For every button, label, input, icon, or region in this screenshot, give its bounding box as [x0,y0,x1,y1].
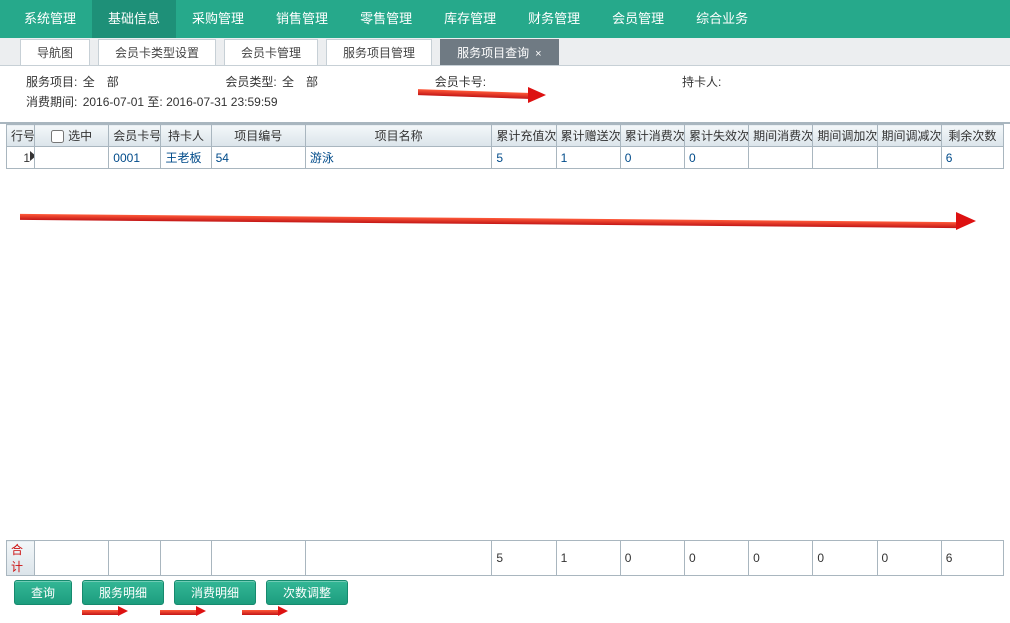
annotation-arrow-icon [160,608,206,618]
col-period-sub[interactable]: 期间调减次 [877,125,941,147]
tab-service-item-query[interactable]: 服务项目查询 × [440,39,558,65]
col-remain[interactable]: 剩余次数 [941,125,1003,147]
action-buttons: 查询 服务明细 消费明细 次数调整 [14,580,348,605]
annotation-arrow-icon [82,608,128,618]
service-detail-button[interactable]: 服务明细 [82,580,164,605]
filter-label: 服务项目: [26,75,77,89]
cell-gift: 1 [556,147,620,169]
filter-label: 消费期间: [26,95,77,109]
tab-label: 导航图 [37,46,73,60]
col-period-add[interactable]: 期间调加次 [813,125,877,147]
menu-sales[interactable]: 销售管理 [260,0,344,38]
cell-holder: 王老板 [161,147,211,169]
col-rownum[interactable]: 行号 [7,125,35,147]
filter-value: 全 部 [83,75,119,89]
cell-period-consume [749,147,813,169]
col-item-no[interactable]: 项目编号 [211,125,305,147]
cell-item-name: 游泳 [305,147,492,169]
menu-purchase[interactable]: 采购管理 [176,0,260,38]
data-grid: 行号 选中 会员卡号 持卡人 项目编号 项目名称 累计充值次 累计赠送次 累计消… [0,122,1010,169]
col-consume[interactable]: 累计消费次 [620,125,684,147]
col-card-no[interactable]: 会员卡号 [109,125,161,147]
close-icon[interactable]: × [535,48,541,60]
menu-member[interactable]: 会员管理 [596,0,680,38]
cell-remain: 6 [941,147,1003,169]
col-expire[interactable]: 累计失效次 [684,125,748,147]
tab-label: 服务项目查询 [457,46,529,60]
col-item-name[interactable]: 项目名称 [305,125,492,147]
col-holder[interactable]: 持卡人 [161,125,211,147]
filter-period[interactable]: 消费期间: 2016-07-01 至: 2016-07-31 23:59:59 [26,92,278,112]
totals-charge: 5 [492,541,556,576]
menu-system[interactable]: 系统管理 [8,0,92,38]
cell-select[interactable] [35,147,109,169]
filter-service-item[interactable]: 服务项目: 全 部 [26,72,222,92]
filter-value: 2016-07-01 至: 2016-07-31 23:59:59 [83,95,278,109]
tabs-row: 导航图 会员卡类型设置 会员卡管理 服务项目管理 服务项目查询 × [0,38,1010,66]
count-adjust-button[interactable]: 次数调整 [266,580,348,605]
menu-basic-info[interactable]: 基础信息 [92,0,176,38]
menu-integrated[interactable]: 综合业务 [680,0,764,38]
col-period-consume[interactable]: 期间消费次 [749,125,813,147]
totals-expire: 0 [684,541,748,576]
totals-period-add: 0 [813,541,877,576]
totals-consume: 0 [620,541,684,576]
top-menu-bar: 系统管理 基础信息 采购管理 销售管理 零售管理 库存管理 财务管理 会员管理 … [0,0,1010,38]
tab-nav-map[interactable]: 导航图 [20,39,90,65]
filter-card-no[interactable]: 会员卡号: [435,72,679,92]
consume-detail-button[interactable]: 消费明细 [174,580,256,605]
cell-period-add [813,147,877,169]
totals-row: 合计 5 1 0 0 0 0 0 6 [6,540,1004,576]
cell-charge: 5 [492,147,556,169]
totals-label: 合计 [7,541,35,576]
annotation-arrow-icon [20,214,976,230]
cell-consume: 0 [620,147,684,169]
tab-card-type-setting[interactable]: 会员卡类型设置 [98,39,216,65]
filter-label: 持卡人: [682,75,721,89]
cell-item-no: 54 [211,147,305,169]
current-row-indicator-icon [30,151,35,161]
tab-label: 会员卡管理 [241,46,301,60]
grid-header-row: 行号 选中 会员卡号 持卡人 项目编号 项目名称 累计充值次 累计赠送次 累计消… [7,125,1004,147]
tab-label: 服务项目管理 [343,46,415,60]
filter-value: 全 部 [282,75,318,89]
col-label: 选中 [68,129,92,143]
cell-card-no: 0001 [109,147,161,169]
cell-period-sub [877,147,941,169]
query-button[interactable]: 查询 [14,580,72,605]
totals-period-consume: 0 [749,541,813,576]
annotation-arrow-icon [242,608,288,618]
totals-remain: 6 [941,541,1003,576]
tab-card-manage[interactable]: 会员卡管理 [224,39,318,65]
cell-expire: 0 [684,147,748,169]
col-charge[interactable]: 累计充值次 [492,125,556,147]
select-all-checkbox[interactable] [51,130,64,143]
filter-holder[interactable]: 持卡人: [682,72,723,92]
menu-retail[interactable]: 零售管理 [344,0,428,38]
table-row[interactable]: 1 0001 王老板 54 游泳 5 1 0 0 6 [7,147,1004,169]
tab-label: 会员卡类型设置 [115,46,199,60]
menu-inventory[interactable]: 库存管理 [428,0,512,38]
filter-label: 会员卡号: [435,75,486,89]
filter-member-type[interactable]: 会员类型: 全 部 [225,72,431,92]
col-select[interactable]: 选中 [35,125,109,147]
filter-label: 会员类型: [225,75,276,89]
tab-service-item-manage[interactable]: 服务项目管理 [326,39,432,65]
col-gift[interactable]: 累计赠送次 [556,125,620,147]
filter-panel: 服务项目: 全 部 会员类型: 全 部 会员卡号: 持卡人: 消费期间: 201… [0,66,1010,116]
totals-period-sub: 0 [877,541,941,576]
cell-rownum: 1 [7,147,35,169]
menu-finance[interactable]: 财务管理 [512,0,596,38]
totals-gift: 1 [556,541,620,576]
